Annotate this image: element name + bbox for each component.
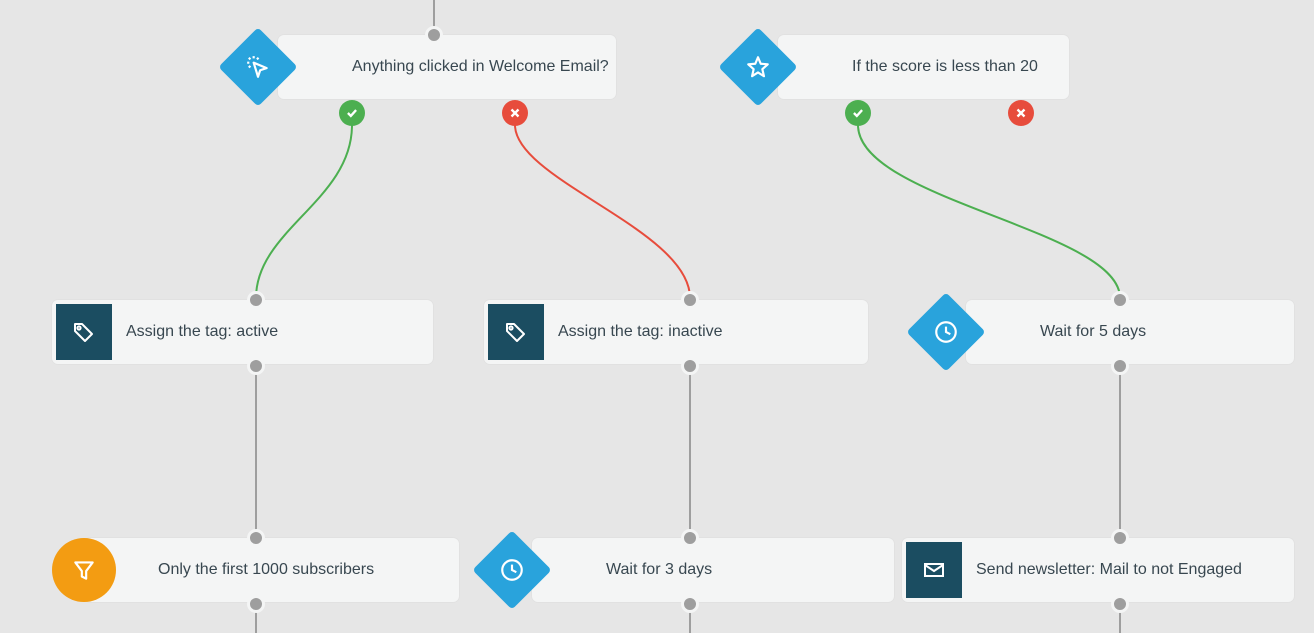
branch-yes-icon[interactable]: [339, 100, 365, 126]
connector-port[interactable]: [1111, 291, 1129, 309]
connector-port[interactable]: [681, 357, 699, 375]
wait-3-days-node[interactable]: Wait for 3 days: [532, 538, 894, 602]
assign-tag-active-node[interactable]: Assign the tag: active: [52, 300, 433, 364]
connector-port[interactable]: [1111, 529, 1129, 547]
filter-first-1000-node[interactable]: Only the first 1000 subscribers: [84, 538, 459, 602]
funnel-icon: [52, 538, 116, 602]
condition-click-label: Anything clicked in Welcome Email?: [342, 58, 631, 76]
branch-no-icon[interactable]: [1008, 100, 1034, 126]
connector-port[interactable]: [681, 529, 699, 547]
connector-port[interactable]: [247, 595, 265, 613]
connector-port[interactable]: [425, 26, 443, 44]
connector-port[interactable]: [247, 291, 265, 309]
filter-first-1000-label: Only the first 1000 subscribers: [148, 561, 396, 579]
mail-icon: [906, 542, 962, 598]
wait-5-days-label: Wait for 5 days: [1030, 323, 1168, 341]
connector-port[interactable]: [247, 357, 265, 375]
workflow-canvas[interactable]: Anything clicked in Welcome Email? If th…: [0, 0, 1314, 633]
send-newsletter-node[interactable]: Send newsletter: Mail to not Engaged: [902, 538, 1294, 602]
connector-port[interactable]: [1111, 357, 1129, 375]
connector-port[interactable]: [681, 291, 699, 309]
wait-3-days-label: Wait for 3 days: [596, 561, 734, 579]
condition-click-node[interactable]: Anything clicked in Welcome Email?: [278, 35, 616, 99]
tag-icon: [488, 304, 544, 360]
wait-5-days-node[interactable]: Wait for 5 days: [966, 300, 1294, 364]
send-newsletter-label: Send newsletter: Mail to not Engaged: [966, 561, 1264, 579]
connector-port[interactable]: [681, 595, 699, 613]
tag-icon: [56, 304, 112, 360]
assign-tag-inactive-label: Assign the tag: inactive: [548, 323, 745, 341]
connector-port[interactable]: [247, 529, 265, 547]
branch-yes-icon[interactable]: [845, 100, 871, 126]
connector-port[interactable]: [1111, 595, 1129, 613]
condition-score-label: If the score is less than 20: [842, 58, 1060, 76]
branch-no-icon[interactable]: [502, 100, 528, 126]
condition-score-node[interactable]: If the score is less than 20: [778, 35, 1069, 99]
assign-tag-active-label: Assign the tag: active: [116, 323, 300, 341]
assign-tag-inactive-node[interactable]: Assign the tag: inactive: [484, 300, 868, 364]
